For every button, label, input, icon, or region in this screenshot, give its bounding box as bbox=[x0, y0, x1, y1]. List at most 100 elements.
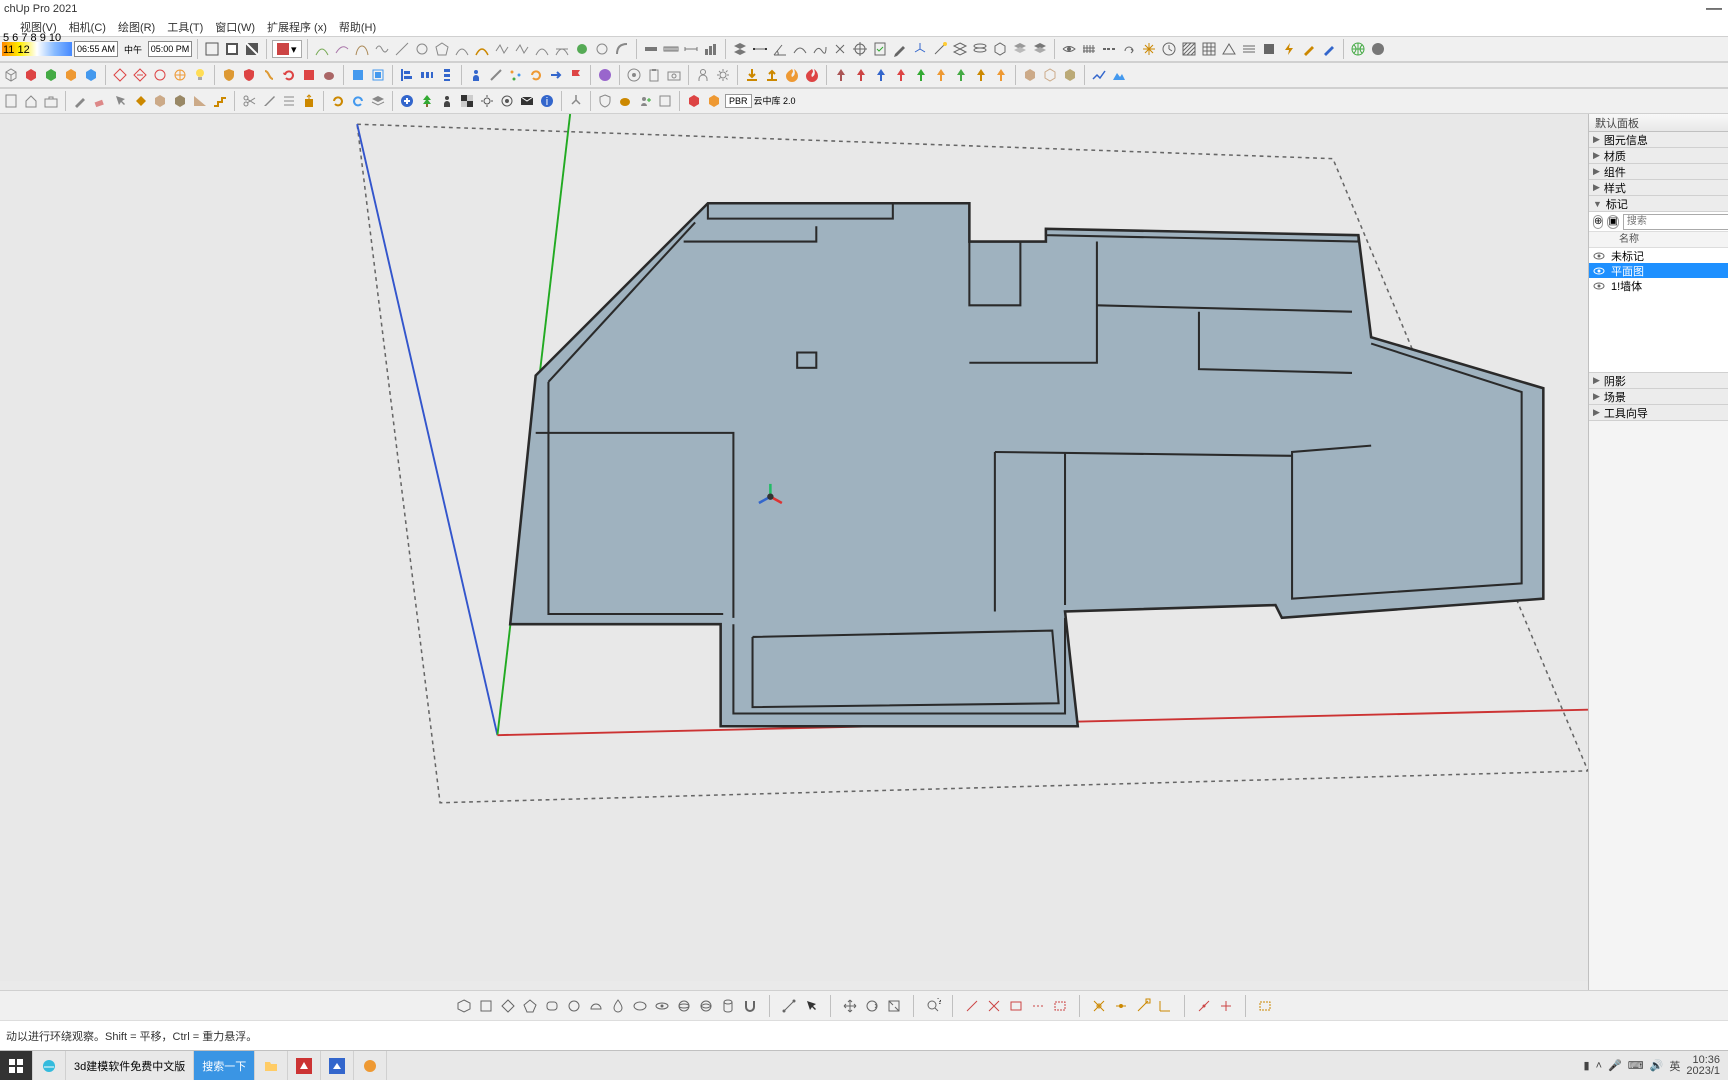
taskbar-explorer[interactable] bbox=[255, 1051, 288, 1080]
plus-circle-icon[interactable] bbox=[398, 92, 416, 110]
diamond-2-icon[interactable] bbox=[131, 66, 149, 84]
user-plus-icon[interactable] bbox=[636, 92, 654, 110]
clipboard-icon[interactable] bbox=[645, 66, 663, 84]
pbr-cube2-icon[interactable] bbox=[705, 92, 723, 110]
spark-icon[interactable] bbox=[1140, 40, 1158, 58]
menu-help[interactable]: 帮助(H) bbox=[333, 19, 382, 35]
taskbar-app-fox[interactable] bbox=[354, 1051, 387, 1080]
hatch-icon[interactable] bbox=[1180, 40, 1198, 58]
section-tags[interactable]: ▼标记 bbox=[1589, 196, 1728, 212]
flame2-icon[interactable] bbox=[803, 66, 821, 84]
curve4-icon[interactable] bbox=[473, 40, 491, 58]
tag-folder-icon[interactable]: ▣ bbox=[1607, 215, 1618, 229]
box-blue-icon[interactable] bbox=[349, 66, 367, 84]
bolt-icon[interactable] bbox=[1280, 40, 1298, 58]
refresh-icon[interactable] bbox=[527, 66, 545, 84]
gear3-icon[interactable] bbox=[498, 92, 516, 110]
checker-icon[interactable] bbox=[458, 92, 476, 110]
time-left-box[interactable]: 06:55 AM bbox=[74, 41, 118, 57]
shape-penta-icon[interactable] bbox=[521, 997, 539, 1015]
eye-icon[interactable] bbox=[1060, 40, 1078, 58]
grid3-icon[interactable] bbox=[1260, 40, 1278, 58]
crosshair-icon[interactable] bbox=[851, 40, 869, 58]
diamond-3-icon[interactable] bbox=[151, 66, 169, 84]
tray-volume-icon[interactable]: 🔊 bbox=[1650, 1059, 1664, 1072]
freehand-icon[interactable] bbox=[373, 40, 391, 58]
cross-icon[interactable] bbox=[985, 997, 1003, 1015]
shield-1-icon[interactable] bbox=[220, 66, 238, 84]
mail-icon[interactable] bbox=[518, 92, 536, 110]
steps-icon[interactable] bbox=[211, 92, 229, 110]
tray-keyboard-icon[interactable]: ⌨ bbox=[1628, 1059, 1644, 1072]
rect-outline-icon[interactable] bbox=[1007, 997, 1025, 1015]
time-right-box[interactable]: 05:00 PM bbox=[148, 41, 192, 57]
grid2-icon[interactable] bbox=[1240, 40, 1258, 58]
gear2-icon[interactable] bbox=[478, 92, 496, 110]
edge-diag-icon[interactable] bbox=[780, 997, 798, 1015]
ramp-icon[interactable] bbox=[191, 92, 209, 110]
eraser-icon[interactable] bbox=[91, 92, 109, 110]
target-icon[interactable] bbox=[625, 66, 643, 84]
curve8-icon[interactable] bbox=[553, 40, 571, 58]
tape-icon[interactable] bbox=[642, 40, 660, 58]
section-instructor[interactable]: ▶工具向导 bbox=[1589, 405, 1728, 421]
globe-icon[interactable] bbox=[1349, 40, 1367, 58]
dashes-icon[interactable] bbox=[1100, 40, 1118, 58]
shape-circle-icon[interactable] bbox=[565, 997, 583, 1015]
knife-icon[interactable] bbox=[260, 92, 278, 110]
rotate2-icon[interactable] bbox=[329, 92, 347, 110]
dashed-rect-icon[interactable] bbox=[1051, 997, 1069, 1015]
angle-icon[interactable] bbox=[771, 40, 789, 58]
shape-drop-icon[interactable] bbox=[609, 997, 627, 1015]
tray-mic-icon[interactable]: 🎤 bbox=[1608, 1059, 1622, 1072]
diamond-4-icon[interactable] bbox=[171, 66, 189, 84]
material-swatch[interactable]: ▾ bbox=[272, 40, 302, 58]
tray-clock[interactable]: 10:36 2023/1 bbox=[1686, 1055, 1720, 1077]
curve6-icon[interactable] bbox=[513, 40, 531, 58]
layers2-icon[interactable] bbox=[951, 40, 969, 58]
pbr-label[interactable]: PBR bbox=[725, 94, 752, 108]
menu-extensions[interactable]: 扩展程序 (x) bbox=[261, 19, 333, 35]
briefcase-icon[interactable] bbox=[42, 92, 60, 110]
shield-2-icon[interactable] bbox=[240, 66, 258, 84]
arc2-icon[interactable] bbox=[333, 40, 351, 58]
trim-icon[interactable] bbox=[1217, 997, 1235, 1015]
curve7-icon[interactable] bbox=[533, 40, 551, 58]
select-icon[interactable] bbox=[111, 92, 129, 110]
line-icon[interactable] bbox=[393, 40, 411, 58]
tray-battery-icon[interactable]: ▮ bbox=[1584, 1059, 1590, 1072]
snap-perp-icon[interactable] bbox=[1156, 997, 1174, 1015]
tag-row-untagged[interactable]: 未标记 bbox=[1589, 248, 1728, 263]
shape-eye-icon[interactable] bbox=[653, 997, 671, 1015]
dashed-rect2-icon[interactable] bbox=[1256, 997, 1274, 1015]
export-down-icon[interactable] bbox=[743, 66, 761, 84]
curve9-icon[interactable] bbox=[573, 40, 591, 58]
cube-orange-icon[interactable] bbox=[62, 66, 80, 84]
scale-icon[interactable] bbox=[885, 997, 903, 1015]
pbr-cube-icon[interactable] bbox=[685, 92, 703, 110]
diamond-1-icon[interactable] bbox=[111, 66, 129, 84]
distribute-h-icon[interactable] bbox=[418, 66, 436, 84]
layers-edit-icon[interactable] bbox=[369, 92, 387, 110]
path-icon[interactable] bbox=[811, 40, 829, 58]
stack-box-icon[interactable] bbox=[1011, 40, 1029, 58]
shape-cylinder-icon[interactable] bbox=[719, 997, 737, 1015]
dim2-icon[interactable] bbox=[751, 40, 769, 58]
person-dark-icon[interactable] bbox=[438, 92, 456, 110]
ruler-icon[interactable] bbox=[662, 40, 680, 58]
cube-green-icon[interactable] bbox=[42, 66, 60, 84]
arrow-right-icon[interactable] bbox=[547, 66, 565, 84]
arrow3d-1-icon[interactable] bbox=[832, 66, 850, 84]
curve-dim-icon[interactable] bbox=[791, 40, 809, 58]
box4-icon[interactable] bbox=[171, 92, 189, 110]
section-scenes[interactable]: ▶场景 bbox=[1589, 389, 1728, 405]
section-icon[interactable] bbox=[223, 40, 241, 58]
curve10-icon[interactable] bbox=[593, 40, 611, 58]
light-bulb-icon[interactable] bbox=[191, 66, 209, 84]
flame-icon[interactable] bbox=[783, 66, 801, 84]
elephant2-icon[interactable] bbox=[616, 92, 634, 110]
taskbar-app-sketchup[interactable] bbox=[321, 1051, 354, 1080]
s-arrow-icon[interactable] bbox=[260, 66, 278, 84]
line-seg-icon[interactable] bbox=[963, 997, 981, 1015]
viewport-3d[interactable] bbox=[0, 114, 1588, 990]
